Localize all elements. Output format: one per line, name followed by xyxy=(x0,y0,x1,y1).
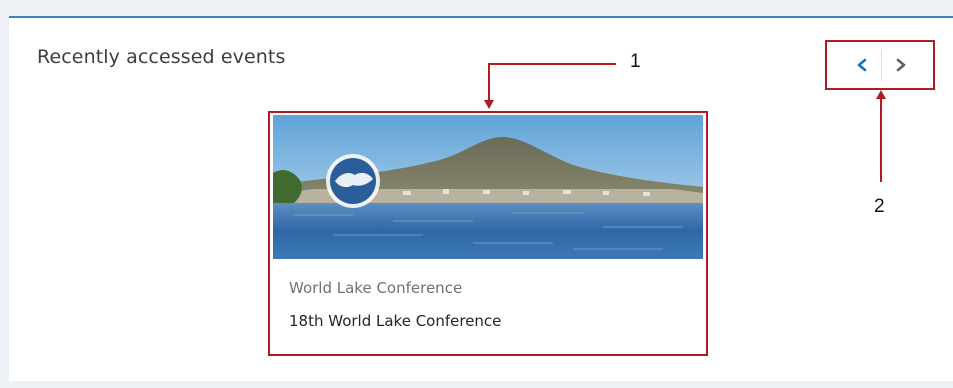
prev-button[interactable] xyxy=(843,49,881,81)
callout-1-horizontal-line xyxy=(488,63,616,65)
callout-2-vertical-line xyxy=(880,98,882,182)
event-card[interactable]: World Lake Conference 18th World Lake Co… xyxy=(268,111,708,356)
callout-1-label: 1 xyxy=(630,51,641,72)
lake-landscape-image xyxy=(273,115,703,259)
callout-1-arrowhead xyxy=(484,100,494,109)
conference-logo xyxy=(326,154,380,208)
event-category: World Lake Conference xyxy=(289,279,463,297)
next-button[interactable] xyxy=(881,49,919,81)
recent-events-panel: Recently accessed events World Lake Conf… xyxy=(9,16,953,381)
callout-1-vertical-line xyxy=(488,63,490,101)
panel-title: Recently accessed events xyxy=(37,46,286,68)
carousel-nav xyxy=(843,49,919,81)
event-name[interactable]: 18th World Lake Conference xyxy=(289,312,501,330)
event-card-image xyxy=(273,115,703,259)
chevron-right-icon xyxy=(896,58,905,72)
chevron-left-icon xyxy=(857,58,867,72)
callout-2-label: 2 xyxy=(874,196,885,217)
